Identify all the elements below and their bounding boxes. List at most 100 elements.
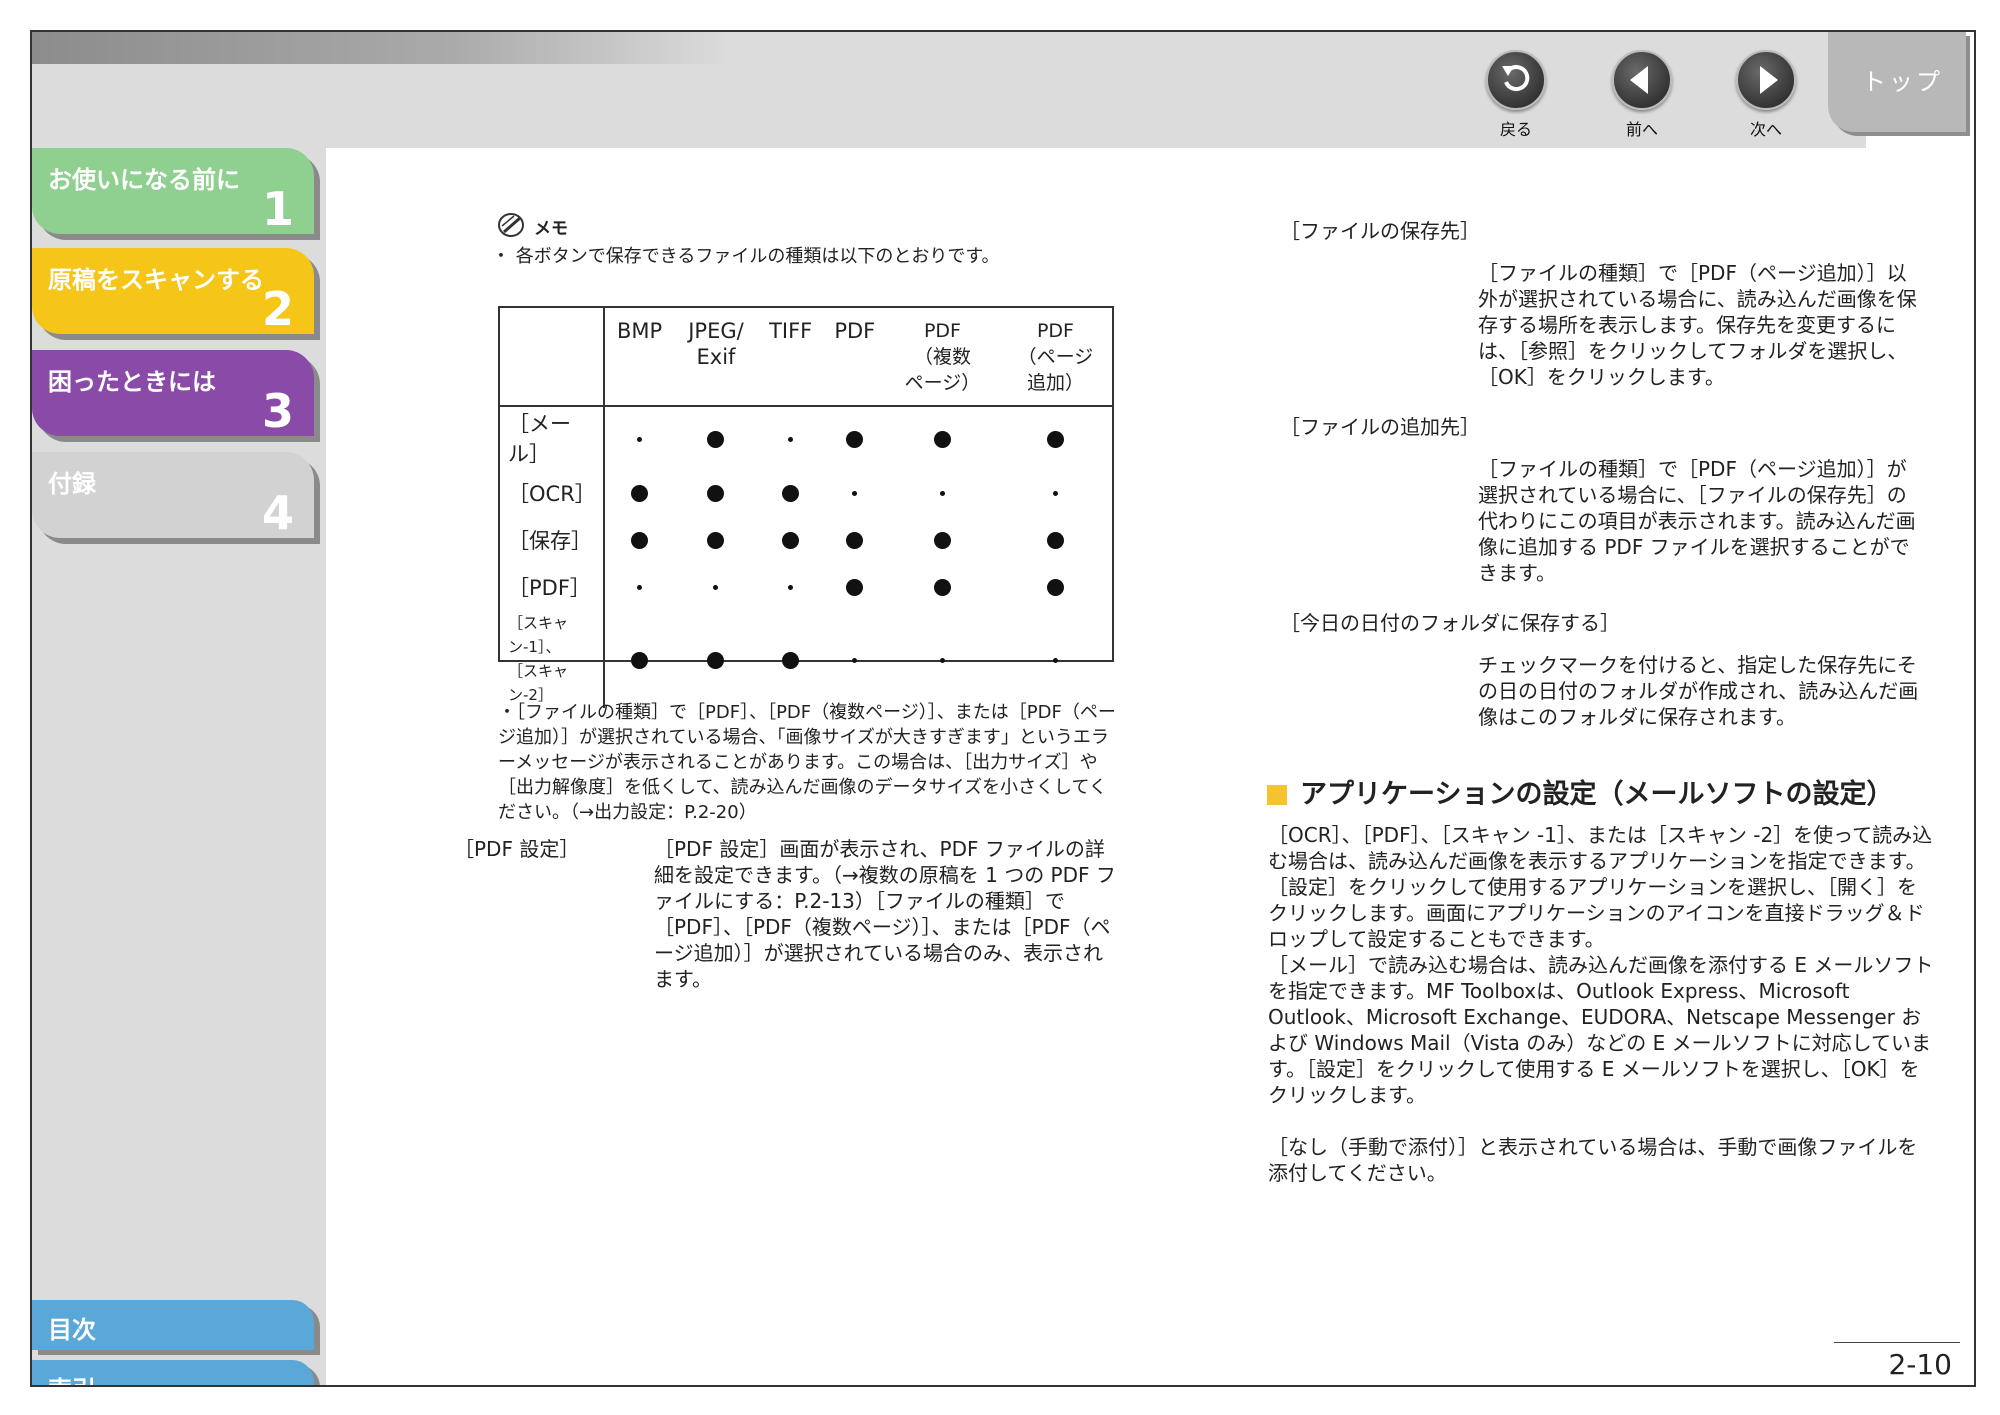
table-cell — [758, 610, 824, 708]
table-row: ［OCR］ — [500, 469, 1112, 516]
row-header: ［保存］ — [500, 516, 605, 563]
supported-dot-icon — [707, 651, 725, 669]
supported-dot-icon — [631, 651, 649, 669]
contents-label: 目次 — [48, 1316, 96, 1344]
table-cell — [674, 516, 758, 563]
back-button[interactable]: 戻る — [1486, 50, 1546, 140]
column-header: JPEG/ Exif — [674, 308, 758, 407]
table-row: ［スキャン-1］、 ［スキャン-2］ — [500, 610, 1112, 708]
table-cell — [999, 406, 1112, 469]
table-cell — [824, 563, 886, 610]
back-icon — [1486, 50, 1546, 110]
unsupported-dot-icon — [637, 585, 643, 590]
supported-dot-icon — [846, 579, 864, 596]
append-dest-text: ［ファイルの種類］で［PDF（ページ追加）］が選択されている場合に、［ファイルの… — [1478, 457, 1916, 585]
table-cell — [674, 563, 758, 610]
pdf-setting-label: ［PDF 設定］ — [454, 837, 580, 861]
header-text: PDF （複数 ページ） — [904, 320, 981, 394]
top-toolbar: 戻る 前へ 次へ — [32, 32, 1866, 148]
table-cell — [999, 610, 1112, 708]
header-text: TIFF — [769, 319, 813, 343]
index-label: 索引 — [48, 1370, 96, 1385]
unsupported-dot-icon — [713, 585, 719, 590]
chapter-title: お使いになる前に — [48, 166, 240, 194]
table-row: ［保存］ — [500, 516, 1112, 563]
supported-dot-icon — [707, 430, 725, 448]
supported-dot-icon — [846, 430, 864, 448]
chapter-sidebar: お使いになる前に 1 原稿をスキャンする 2 困ったときには 3 付録 4 目次… — [32, 148, 326, 1385]
unsupported-dot-icon — [788, 436, 794, 442]
column-header: TIFF — [757, 308, 824, 407]
supported-dot-icon — [933, 579, 951, 596]
supported-dot-icon — [707, 485, 725, 502]
table-cell — [886, 469, 999, 516]
chapter-title: 付録 — [48, 470, 96, 498]
column-header: BMP — [604, 308, 675, 407]
next-button[interactable]: 次へ — [1736, 50, 1796, 140]
chapter-number: 2 — [261, 282, 294, 336]
header-text: PDF — [834, 319, 876, 343]
column-header: PDF — [823, 308, 886, 407]
column-header: PDF （複数 ページ） — [886, 308, 999, 407]
chapter-tab-3[interactable]: 困ったときには 3 — [32, 350, 314, 436]
column-header: PDF （ページ 追加） — [998, 308, 1112, 407]
chapter-tab-1[interactable]: お使いになる前に 1 — [32, 148, 314, 234]
memo-label: メモ — [534, 219, 568, 239]
table-cell — [674, 469, 758, 516]
today-folder-label: ［今日の日付のフォルダに保存する］ — [1280, 611, 1620, 635]
supported-dot-icon — [1046, 532, 1064, 549]
unsupported-dot-icon — [852, 491, 858, 496]
append-dest-label: ［ファイルの追加先］ — [1280, 415, 1480, 439]
table-cell — [999, 516, 1112, 563]
table-corner — [500, 308, 605, 407]
supported-dot-icon — [846, 532, 864, 549]
today-folder-text: チェックマークを付けると、指定した保存先にその日の日付のフォルダが作成され、読み… — [1478, 653, 1919, 729]
chapter-number: 4 — [261, 486, 294, 540]
section-para-3: ［なし（手動で添付）］と表示されている場合は、手動で画像ファイルを添付してくださ… — [1268, 1135, 1918, 1185]
index-button[interactable]: 索引 — [32, 1360, 314, 1385]
chapter-title: 困ったときには — [48, 368, 216, 396]
table-cell — [824, 406, 886, 469]
prev-label: 前へ — [1625, 120, 1658, 139]
table-cell — [824, 610, 886, 708]
table-cell — [604, 563, 674, 610]
prev-button[interactable]: 前へ — [1612, 50, 1672, 140]
toolbar-gradient — [32, 32, 732, 64]
memo-bullet-1: ・ 各ボタンで保存できるファイルの種類は以下のとおりです。 — [492, 246, 1000, 267]
row-header: ［PDF］ — [500, 563, 605, 610]
unsupported-dot-icon — [939, 491, 945, 496]
table-row: ［メール］ — [500, 406, 1112, 469]
chapter-tab-4[interactable]: 付録 4 — [32, 452, 314, 538]
prev-arrow-icon — [1612, 50, 1672, 110]
supported-dot-icon — [707, 532, 725, 549]
pdf-setting-text: ［PDF 設定］画面が表示され、PDF ファイルの詳細を設定できます。（→複数の… — [654, 837, 1116, 991]
next-arrow-icon — [1736, 50, 1796, 110]
page-number-rule — [1834, 1342, 1960, 1343]
unsupported-dot-icon — [852, 657, 858, 663]
unsupported-dot-icon — [939, 657, 945, 663]
row-header: ［OCR］ — [500, 469, 605, 516]
table-cell — [824, 469, 886, 516]
unsupported-dot-icon — [1052, 491, 1058, 496]
top-tab[interactable]: トップ — [1828, 32, 1966, 132]
table-cell — [824, 516, 886, 563]
chapter-title: 原稿をスキャンする — [48, 266, 264, 294]
section-marker — [1267, 785, 1287, 805]
table-cell — [674, 610, 758, 708]
table-cell — [886, 406, 999, 469]
section-title: アプリケーションの設定（メールソフトの設定） — [1300, 779, 1894, 810]
memo-pencil-icon — [498, 212, 528, 238]
table-cell — [674, 406, 758, 469]
table-cell — [999, 469, 1112, 516]
unsupported-dot-icon — [637, 436, 643, 442]
contents-button[interactable]: 目次 — [32, 1300, 314, 1350]
table-cell — [604, 610, 674, 708]
header-text: PDF （ページ 追加） — [1017, 320, 1094, 394]
table-cell — [604, 406, 674, 469]
memo-bullet-2: ・［ファイルの種類］で［PDF］、［PDF（複数ページ）］、または［PDF（ペー… — [498, 702, 1116, 823]
row-header: ［スキャン-1］、 ［スキャン-2］ — [500, 610, 605, 708]
save-dest-text: ［ファイルの種類］で［PDF（ページ追加）］以外が選択されている場合に、読み込ん… — [1478, 261, 1917, 389]
supported-dot-icon — [933, 532, 951, 549]
chapter-tab-2[interactable]: 原稿をスキャンする 2 — [32, 248, 314, 334]
top-tab-label: トップ — [1862, 68, 1943, 96]
